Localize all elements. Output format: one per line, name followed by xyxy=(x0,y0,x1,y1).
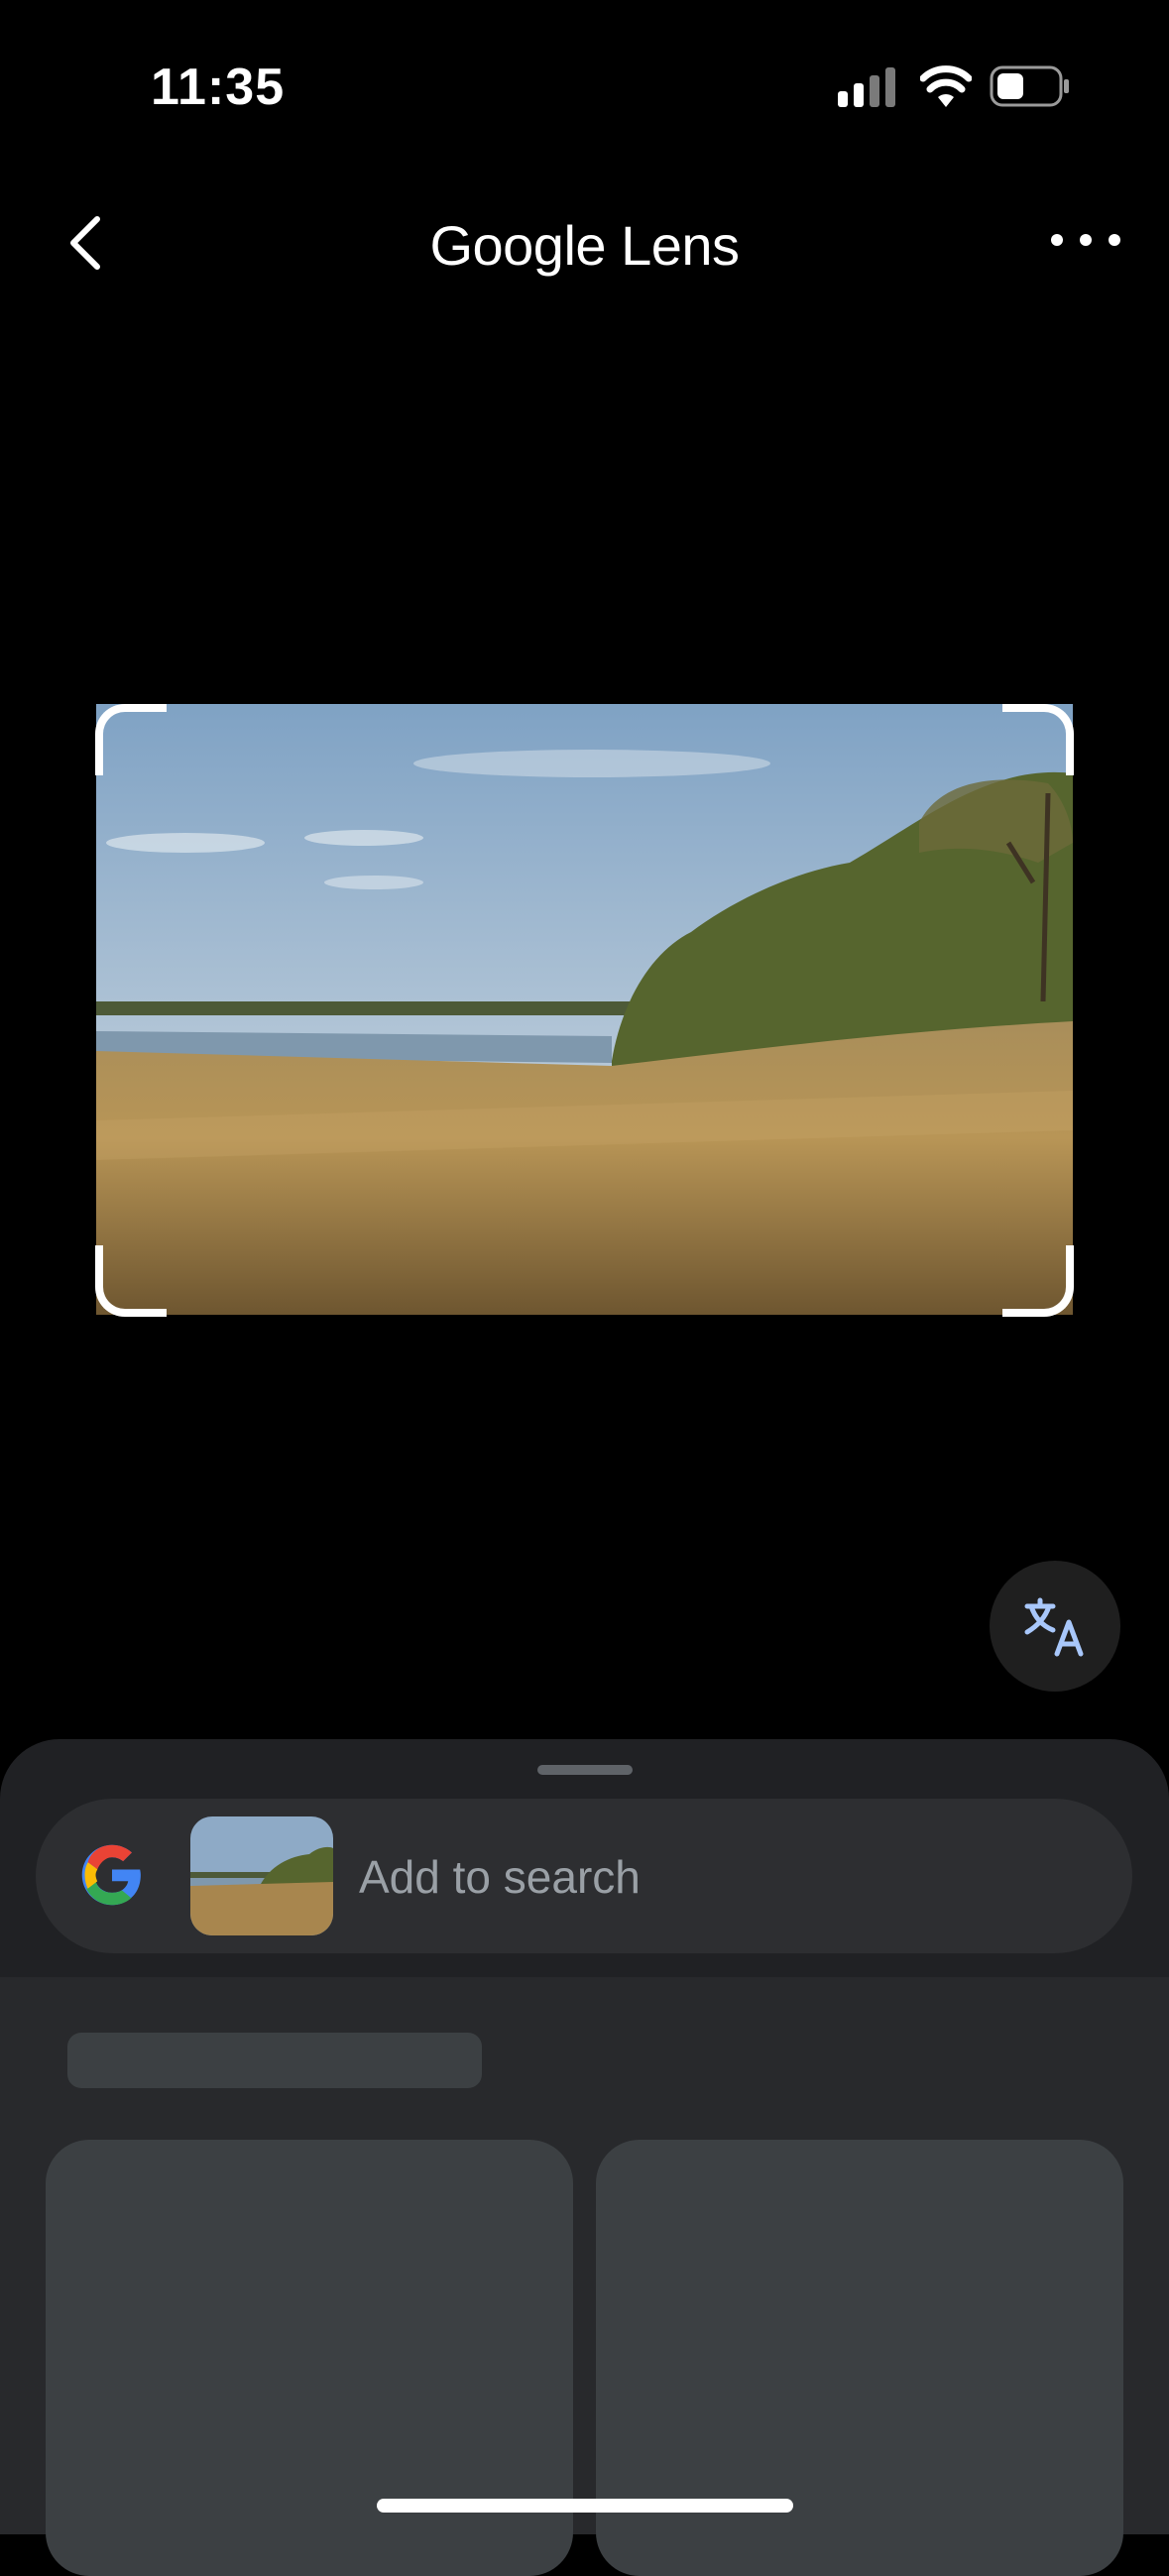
title-google: Google xyxy=(429,214,607,277)
crop-corner-bottom-right[interactable] xyxy=(1002,1245,1074,1317)
add-to-search-input[interactable]: Add to search xyxy=(359,1850,641,1904)
title-lens: Lens xyxy=(621,214,740,277)
crop-corner-bottom-left[interactable] xyxy=(95,1245,167,1317)
status-time: 11:35 xyxy=(151,59,286,116)
google-g-icon xyxy=(81,1844,141,1906)
more-dot xyxy=(1051,234,1063,246)
more-options-button[interactable] xyxy=(1051,220,1120,260)
more-dot xyxy=(1109,234,1120,246)
selected-photo[interactable] xyxy=(96,704,1073,1315)
translate-button[interactable] xyxy=(990,1561,1120,1692)
home-indicator[interactable] xyxy=(377,2499,793,2513)
crop-corner-top-left[interactable] xyxy=(95,704,167,775)
crop-corner-top-right[interactable] xyxy=(1002,704,1074,775)
translate-icon xyxy=(1024,1597,1084,1657)
loading-placeholder-title xyxy=(67,2033,482,2088)
page-title: Google Lens xyxy=(0,213,1169,278)
signal-icon xyxy=(838,67,895,107)
battery-icon xyxy=(990,65,1069,107)
wifi-icon xyxy=(920,65,972,107)
sheet-drag-handle[interactable] xyxy=(537,1765,633,1775)
more-dot xyxy=(1080,234,1092,246)
search-thumbnail[interactable] xyxy=(190,1816,333,1935)
